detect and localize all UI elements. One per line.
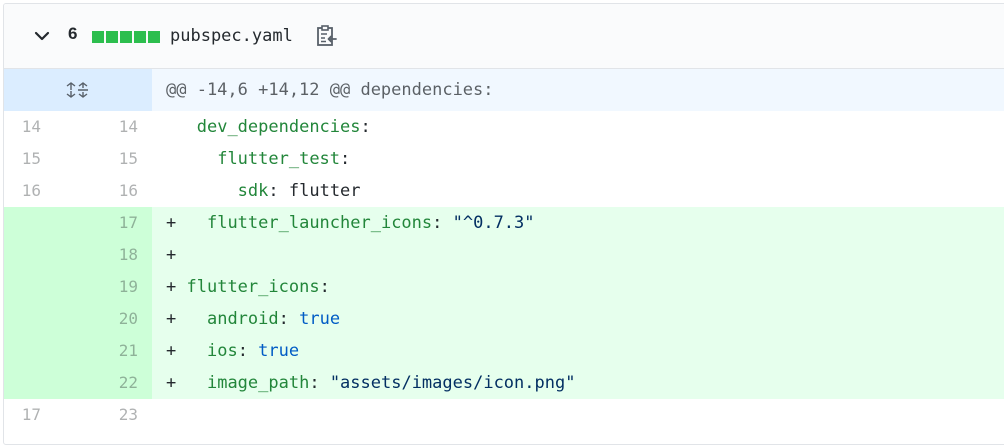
old-line-number[interactable]: 15 [4,143,78,175]
code-line: + [152,239,1004,271]
diff-marker: + [166,213,177,233]
old-line-number[interactable] [4,335,78,367]
diff-marker: + [166,309,177,329]
diffstat-block [148,31,160,43]
code-line: dev_dependencies: [152,111,1004,143]
yaml-value: true [247,341,300,361]
clippy-icon[interactable] [316,24,338,48]
yaml-value: "^0.7.3" [442,213,535,233]
yaml-key: flutter_launcher_icons [206,213,433,233]
hunk-expand-gutter[interactable] [4,69,152,111]
diff-lines: 14 14 dev_dependencies: 15 15 flutter_test:… [4,111,1004,431]
code-line: sdk: flutter [152,175,1004,207]
old-line-number[interactable]: 14 [4,111,78,143]
yaml-separator: : [432,213,443,233]
diffstat [92,31,160,43]
diffstat-block [134,31,146,43]
new-line-number[interactable]: 17 [78,207,152,239]
old-line-number[interactable] [4,207,78,239]
diff-marker: + [166,373,177,393]
yaml-key: ios [206,341,238,361]
old-line-number[interactable]: 16 [4,175,78,207]
yaml-separator: : [309,373,320,393]
code-line [152,399,1004,431]
yaml-key: dev_dependencies [196,117,361,137]
diffstat-block [106,31,118,43]
yaml-value: "assets/images/icon.png" [319,373,576,393]
diff-line-added: 17 + flutter_launcher_icons: "^0.7.3" [4,207,1004,239]
diff-line-context: 15 15 flutter_test: [4,143,1004,175]
new-line-number[interactable]: 19 [78,271,152,303]
new-line-number[interactable]: 16 [78,175,152,207]
code-line: + flutter_icons: [152,271,1004,303]
new-line-number[interactable]: 22 [78,367,152,399]
diff-line-added: 19 + flutter_icons: [4,271,1004,303]
old-line-number[interactable] [4,271,78,303]
new-line-number[interactable]: 18 [78,239,152,271]
diff-line-context: 16 16 sdk: flutter [4,175,1004,207]
diff-line-added: 18 + [4,239,1004,271]
new-line-number[interactable]: 14 [78,111,152,143]
yaml-value: flutter [278,181,361,201]
diffstat-block [92,31,104,43]
diff-marker [166,181,176,201]
diff-marker [166,117,176,137]
old-line-number[interactable]: 17 [4,399,78,431]
hunk-header-row: @@ -14,6 +14,12 @@ dependencies: [4,69,1004,111]
code-line: + image_path: "assets/images/icon.png" [152,367,1004,399]
new-line-number[interactable]: 21 [78,335,152,367]
diff-marker: + [166,245,177,265]
yaml-key: flutter_icons [186,277,320,297]
yaml-separator: : [268,181,279,201]
code-line: + flutter_launcher_icons: "^0.7.3" [152,207,1004,239]
yaml-key: android [206,309,279,329]
new-line-number[interactable]: 20 [78,303,152,335]
code-line: + ios: true [152,335,1004,367]
yaml-key: image_path [206,373,310,393]
yaml-separator: : [278,309,289,329]
diff-line-added: 22 + image_path: "assets/images/icon.png" [4,367,1004,399]
diff-marker [166,405,176,425]
old-line-number[interactable] [4,303,78,335]
code-line: + android: true [152,303,1004,335]
changes-count: 6 [68,24,78,43]
code-line: flutter_test: [152,143,1004,175]
diff-line-context: 17 23 [4,399,1004,431]
diff-marker: + [166,277,177,297]
yaml-key: sdk [237,181,269,201]
old-line-number[interactable] [4,239,78,271]
file-header: 6 pubspec.yaml [4,4,1004,69]
diff-marker [166,149,176,169]
yaml-separator: : [360,117,371,137]
diff-marker: + [166,341,177,361]
new-line-number[interactable]: 23 [78,399,152,431]
chevron-down-icon[interactable] [34,28,50,44]
yaml-separator: : [340,149,351,169]
diff-line-added: 20 + android: true [4,303,1004,335]
diff-file: 6 pubspec.yaml @@ -14,6 +14,12 @@ depend… [3,3,1004,445]
diff-line-added: 21 + ios: true [4,335,1004,367]
unfold-icon[interactable] [65,82,91,98]
diff-line-context: 14 14 dev_dependencies: [4,111,1004,143]
yaml-separator: : [319,277,330,297]
yaml-value: true [288,309,341,329]
hunk-header-text: @@ -14,6 +14,12 @@ dependencies: [152,69,1004,111]
yaml-key: flutter_test [217,149,341,169]
yaml-separator: : [237,341,248,361]
diffstat-block [120,31,132,43]
file-name[interactable]: pubspec.yaml [170,26,293,46]
old-line-number[interactable] [4,367,78,399]
new-line-number[interactable]: 15 [78,143,152,175]
